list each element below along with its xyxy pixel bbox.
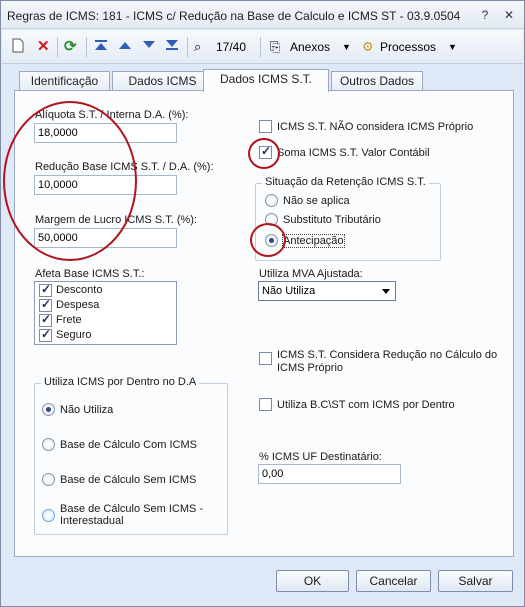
- reducao-label: Redução Base ICMS S.T. / D.A. (%):: [35, 161, 214, 173]
- dentro-da-option-label: Não Utiliza: [60, 404, 114, 416]
- tab-identificacao[interactable]: Identificação: [19, 71, 110, 91]
- previous-record-icon[interactable]: [118, 38, 132, 56]
- soma-valor-contabil-checkbox[interactable]: [259, 144, 272, 159]
- tab-dados-icms[interactable]: Dados ICMS: [112, 71, 213, 91]
- afeta-frete-checkbox[interactable]: [39, 312, 52, 327]
- processos-button[interactable]: Processos: [380, 38, 436, 56]
- bc-st-dentro-label: Utiliza B.C\ST com ICMS por Dentro: [277, 399, 455, 411]
- title-bar: Regras de ICMS: 181 - ICMS c/ Redução na…: [1, 1, 524, 29]
- retencao-option-substituto[interactable]: [265, 213, 278, 226]
- afeta-despesa-checkbox[interactable]: [39, 297, 52, 312]
- delete-icon[interactable]: ✕: [37, 38, 50, 56]
- paperclip-icon: ⎘: [270, 39, 281, 54]
- save-button[interactable]: Salvar: [438, 570, 513, 592]
- record-position: 17/40: [216, 40, 247, 54]
- retencao-option-antecipacao[interactable]: [265, 234, 278, 247]
- list-item-label: Desconto: [56, 284, 103, 296]
- aliquota-input[interactable]: 18,0000: [34, 123, 177, 143]
- soma-valor-contabil-label: Soma ICMS S.T. Valor Contábil: [277, 147, 430, 159]
- gears-icon: ⚙: [362, 39, 374, 54]
- nao-considera-label: ICMS S.T. NÃO considera ICMS Próprio: [277, 121, 474, 133]
- chevron-down-icon: [382, 289, 390, 294]
- first-record-icon[interactable]: [94, 38, 108, 56]
- nao-considera-checkbox[interactable]: [259, 120, 272, 133]
- dentro-da-option-label: Base de Cálculo Sem ICMS - Interestadual: [60, 503, 204, 527]
- considera-reducao-label: ICMS S.T. Considera Redução no Cálculo d…: [277, 349, 498, 374]
- next-record-icon[interactable]: [142, 38, 156, 56]
- afeta-desconto-checkbox[interactable]: [39, 282, 52, 297]
- last-record-icon[interactable]: [165, 38, 179, 56]
- retencao-option-label: Antecipação: [282, 234, 345, 248]
- dentro-da-option-interestadual[interactable]: [42, 509, 55, 522]
- margem-label: Margem de Lucro ICMS S.T. (%):: [35, 214, 197, 226]
- dentro-da-title: Utiliza ICMS por Dentro no D.A: [41, 376, 200, 388]
- tab-strip: Identificação Dados ICMS Dados ICMS S.T.…: [14, 69, 514, 92]
- uf-destinatario-input[interactable]: 0,00: [258, 464, 401, 484]
- close-icon[interactable]: ✕: [501, 7, 517, 23]
- dentro-da-option-nao-utiliza[interactable]: [42, 403, 55, 416]
- tab-panel: Alíquota S.T. / Interna D.A. (%): 18,000…: [14, 90, 514, 557]
- list-item-label: Frete: [56, 314, 82, 326]
- dentro-da-option-label: Base de Cálculo Com ICMS: [60, 439, 197, 451]
- window-title: Regras de ICMS: 181 - ICMS c/ Redução na…: [7, 9, 461, 23]
- dentro-da-option-label: Base de Cálculo Sem ICMS: [60, 474, 197, 486]
- bc-st-dentro-checkbox[interactable]: [259, 398, 272, 411]
- toolbar: ✕ ⟳ ⌕ 17/40 ⎘ Anexos ▼ ⚙ Processos ▼: [2, 30, 523, 64]
- considera-reducao-checkbox[interactable]: [259, 352, 272, 365]
- chevron-down-icon[interactable]: ▼: [448, 38, 457, 56]
- retencao-option-nao-aplica[interactable]: [265, 194, 278, 207]
- tab-outros-dados[interactable]: Outros Dados: [331, 71, 423, 91]
- cancel-button[interactable]: Cancelar: [356, 570, 431, 592]
- retencao-option-label: Substituto Tributário: [283, 214, 381, 226]
- reducao-input[interactable]: 10,0000: [34, 175, 177, 195]
- tab-dados-icms-st[interactable]: Dados ICMS S.T.: [203, 69, 329, 92]
- margem-input[interactable]: 50,0000: [34, 228, 177, 248]
- ok-button[interactable]: OK: [276, 570, 349, 592]
- refresh-icon[interactable]: ⟳: [64, 38, 77, 56]
- mva-select[interactable]: Não Utiliza: [258, 281, 396, 301]
- anexos-button[interactable]: Anexos: [290, 38, 330, 56]
- mva-label: Utiliza MVA Ajustada:: [259, 268, 363, 280]
- dialog-window: Regras de ICMS: 181 - ICMS c/ Redução na…: [0, 0, 525, 607]
- retencao-option-label: Não se aplica: [283, 195, 350, 207]
- binoculars-icon[interactable]: ⌕: [194, 38, 201, 56]
- help-icon[interactable]: ?: [477, 7, 493, 23]
- mva-select-value: Não Utiliza: [262, 285, 316, 297]
- dentro-da-option-com-icms[interactable]: [42, 438, 55, 451]
- new-document-icon[interactable]: [12, 38, 26, 56]
- dentro-da-option-sem-icms[interactable]: [42, 473, 55, 486]
- uf-destinatario-label: % ICMS UF Destinatário:: [259, 451, 382, 463]
- list-item-label: Despesa: [56, 299, 100, 311]
- retencao-title: Situação da Retenção ICMS S.T.: [262, 176, 429, 188]
- afeta-base-label: Afeta Base ICMS S.T.:: [35, 268, 145, 280]
- list-item-label: Seguro: [56, 329, 92, 341]
- afeta-base-list: Desconto Despesa Frete Seguro: [34, 281, 177, 345]
- aliquota-label: Alíquota S.T. / Interna D.A. (%):: [35, 109, 189, 121]
- afeta-seguro-checkbox[interactable]: [39, 327, 52, 342]
- chevron-down-icon[interactable]: ▼: [342, 38, 351, 56]
